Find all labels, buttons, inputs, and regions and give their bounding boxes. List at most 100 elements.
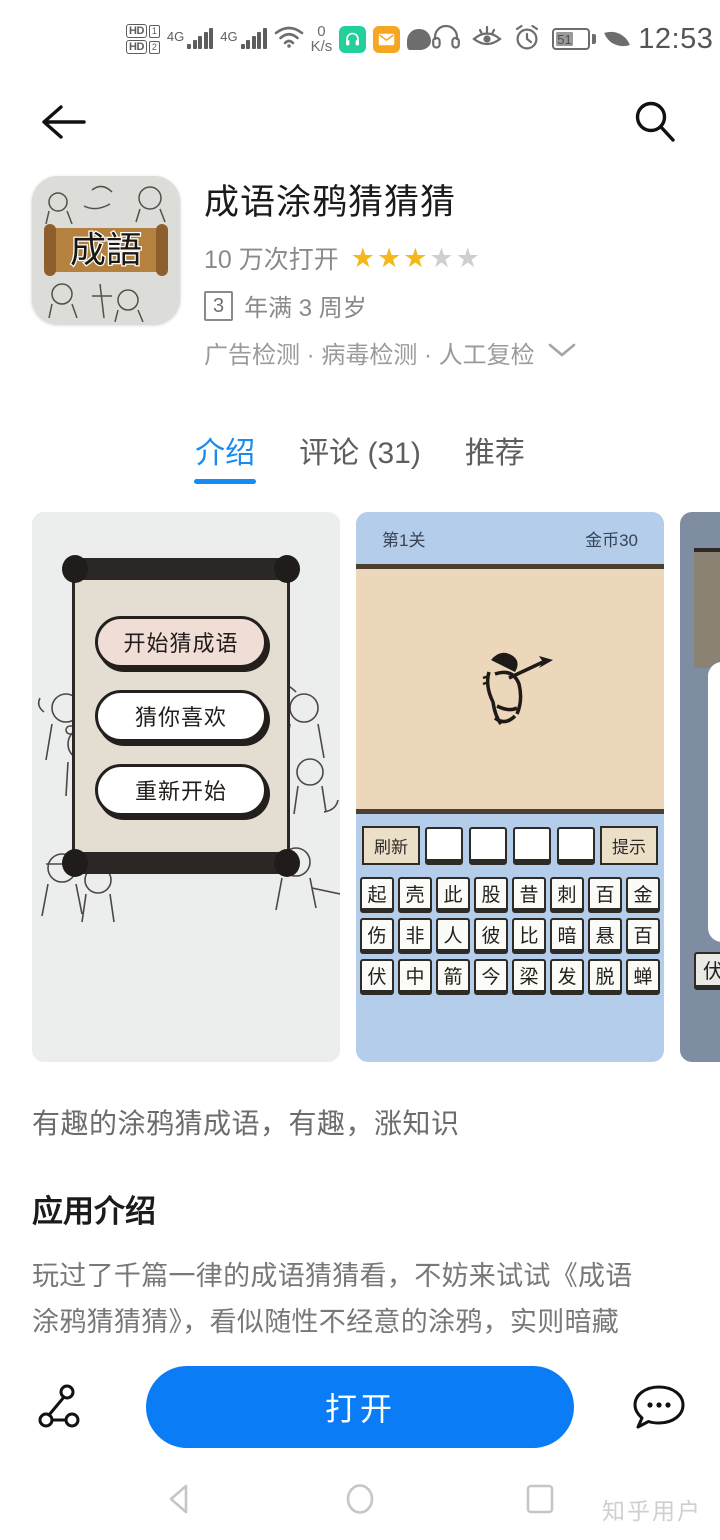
shot1-button-start: 开始猜成语: [95, 616, 267, 668]
eye-comfort-icon: [472, 24, 503, 55]
app-detail-screen: HD 1 HD 2 4G 4G 0 K/s 51 12:53 成語 成语涂鸦猜猜…: [0, 0, 720, 1540]
search-icon[interactable]: [624, 91, 686, 153]
shot2-character-grid: 起 壳 此 股 昔 刺 百 金 伤 非 人 彼 比 暗 悬 百 伏 中 箭 今 …: [356, 865, 664, 995]
grid-cell: 发: [550, 959, 584, 995]
grid-cell: 今: [474, 959, 508, 995]
nav-back-icon[interactable]: [160, 1479, 200, 1524]
grid-cell: 非: [398, 918, 432, 954]
shot2-action-row: 刷新 提示: [356, 814, 664, 865]
grid-cell: 脱: [588, 959, 622, 995]
share-icon[interactable]: [30, 1376, 92, 1438]
nav-home-icon[interactable]: [340, 1479, 380, 1524]
grid-cell: 伏: [360, 959, 394, 995]
shot2-hint-button: 提示: [600, 826, 658, 865]
answer-slot: [557, 826, 595, 865]
grid-row: 起 壳 此 股 昔 刺 百 金: [360, 877, 660, 913]
grid-cell: 人: [436, 918, 470, 954]
wifi-icon: [274, 25, 304, 54]
message-bubble-icon: [407, 28, 432, 50]
grid-cell: 昔: [512, 877, 546, 913]
grid-row: 伏 中 箭 今 梁 发 脱 蝉: [360, 959, 660, 995]
open-button[interactable]: 打开: [146, 1366, 574, 1448]
grid-cell: 中: [398, 959, 432, 995]
hd-icon-sim2: HD: [126, 40, 147, 54]
safety-checks-text: 广告检测 · 病毒检测 · 人工复检: [204, 342, 535, 369]
app-tagline: 有趣的涂鸦猜成语，有趣，涨知识: [32, 1108, 460, 1139]
scroll-top-rod: [62, 555, 300, 583]
grid-cell: 此: [436, 877, 470, 913]
sim1-number: 1: [148, 24, 160, 38]
status-bar: HD 1 HD 2 4G 4G 0 K/s 51 12:53: [0, 0, 720, 78]
alarm-icon: [513, 23, 541, 56]
grid-cell: 刺: [550, 877, 584, 913]
grid-cell: 壳: [398, 877, 432, 913]
comment-icon[interactable]: [628, 1376, 690, 1438]
install-count: 10 万次打开: [204, 246, 339, 274]
grid-cell: 起: [360, 877, 394, 913]
shot2-coins-label: 金币30: [585, 530, 638, 550]
shot2-doodle-figure: [482, 652, 553, 726]
data-rate-unit: K/s: [310, 38, 333, 55]
grid-cell: 比: [512, 918, 546, 954]
tab-intro[interactable]: 介绍: [195, 428, 255, 484]
status-bar-right: 51 12:53: [431, 23, 713, 56]
age-rating-row: 3 年满 3 周岁: [204, 288, 690, 323]
nav-recents-icon[interactable]: [520, 1479, 560, 1524]
grid-cell: 彼: [474, 918, 508, 954]
grid-cell: 蝉: [626, 959, 660, 995]
shot2-level-label: 第1关: [382, 530, 426, 550]
app-header: 成語 成语涂鸦猜猜猜 10 万次打开 ★ ★ ★ ★ ★ 3 年满 3 周岁 广告检测 …: [0, 166, 720, 370]
shot1-button-restart: 重新开始: [95, 764, 267, 816]
tab-reviews[interactable]: 评论 (31): [299, 428, 421, 484]
grid-cell: 百: [588, 877, 622, 913]
shot2-doodle-canvas: [356, 564, 664, 814]
screenshot-2[interactable]: 第1关 金币30 刷新 提示 起 壳 此 股 昔 刺 百 金 伤 非 人 彼 比…: [356, 512, 664, 1062]
data-rate-value: 0: [317, 23, 326, 40]
age-badge: 3: [204, 290, 234, 321]
signal-icon-sim1: 4G: [167, 28, 214, 49]
grid-cell: 金: [626, 877, 660, 913]
chevron-down-icon[interactable]: [545, 340, 579, 365]
answer-slot: [469, 826, 507, 865]
shot3-canvas: [694, 548, 720, 668]
app-title: 成语涂鸦猜猜猜: [204, 183, 457, 222]
answer-slot: [513, 826, 551, 865]
grid-cell: 股: [474, 877, 508, 913]
back-button[interactable]: [34, 91, 96, 153]
hd-icon-sim1: HD: [126, 24, 147, 38]
network-type-sim2: 4G: [220, 29, 238, 44]
watermark: 知乎用户: [602, 1498, 702, 1524]
safety-checks-row[interactable]: 广告检测 · 病毒检测 · 人工复检: [204, 335, 690, 370]
app-meta: 成语涂鸦猜猜猜 10 万次打开 ★ ★ ★ ★ ★ 3 年满 3 周岁 广告检测 · 病…: [204, 176, 690, 370]
headset-icon: [431, 24, 461, 55]
grid-cell: 伤: [360, 918, 394, 954]
rating-stars: ★ ★ ★ ★ ★: [350, 242, 480, 273]
grid-cell: 悬: [588, 918, 622, 954]
battery-icon: 51: [552, 28, 597, 50]
music-app-notification-icon: [339, 25, 367, 53]
app-stats-row: 10 万次打开 ★ ★ ★ ★ ★: [204, 240, 690, 276]
shot2-refresh-button: 刷新: [362, 826, 420, 865]
answer-slot: [425, 826, 463, 865]
bottom-action-bar: 打开: [0, 1352, 720, 1462]
volte-hd-icons: HD 1 HD 2: [126, 24, 160, 54]
scroll-body: 开始猜成语 猜你喜欢 重新开始: [72, 580, 290, 852]
screenshot-1-scroll: 开始猜成语 猜你喜欢 重新开始: [62, 555, 300, 877]
grid-cell: 暗: [550, 918, 584, 954]
tab-recommend[interactable]: 推荐: [465, 428, 525, 484]
app-icon[interactable]: 成語: [32, 176, 180, 324]
scroll-bottom-rod: [62, 849, 300, 877]
grid-cell: 箭: [436, 959, 470, 995]
screenshot-carousel[interactable]: 开始猜成语 猜你喜欢 重新开始 第1关 金币30 刷新 提示 起 壳 此 股 昔…: [0, 484, 720, 1062]
signal-icon-sim2: 4G: [220, 28, 267, 49]
screenshot-3[interactable]: 伏: [680, 512, 720, 1062]
status-bar-left: HD 1 HD 2 4G 4G 0 K/s: [126, 24, 432, 54]
age-rating-text: 年满 3 周岁: [244, 295, 367, 322]
data-rate-indicator: 0 K/s: [311, 24, 333, 54]
screenshot-1[interactable]: 开始猜成语 猜你喜欢 重新开始: [32, 512, 340, 1062]
shot2-answer-slots: [425, 826, 595, 865]
grid-cell: 百: [626, 918, 660, 954]
sim2-number: 2: [148, 40, 160, 54]
shot2-hud: 第1关 金币30: [356, 512, 664, 564]
grid-row: 伤 非 人 彼 比 暗 悬 百: [360, 918, 660, 954]
